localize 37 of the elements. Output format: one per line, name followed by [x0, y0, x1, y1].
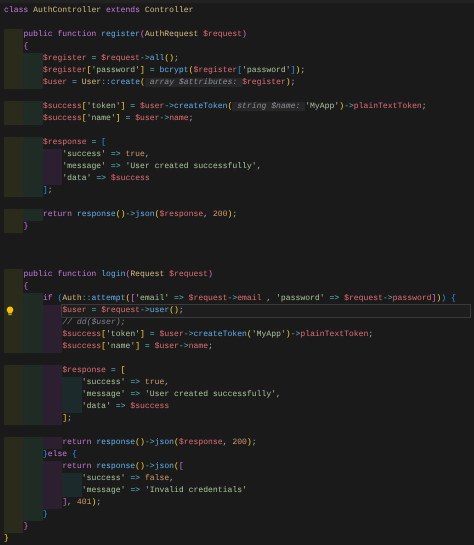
code-line: $user = User::create( array $attributes: $register);	[42, 77, 296, 89]
code-line: 'message' => 'Invalid credentials'	[82, 485, 247, 497]
code-line: $success['name'] = $user->name;	[62, 341, 213, 353]
code-line: 'message' => 'User created successfully',	[62, 161, 262, 173]
code-line: 'success' => false,	[82, 473, 174, 485]
code-line: }	[23, 221, 28, 233]
code-line: class AuthController extends Controller	[4, 5, 194, 17]
code-line: {	[23, 41, 28, 53]
code-line: if (Auth::attempt(['email' => $request->email , 'password' => $request->password])) {	[42, 293, 456, 305]
code-line: $response = [	[62, 365, 126, 377]
code-line: return response()->json([	[62, 461, 184, 473]
code-line: return response()->json($response, 200);	[62, 437, 257, 449]
code-line: public function register(AuthRequest $request)	[23, 29, 247, 41]
code-line: 'data' => $success	[82, 401, 170, 413]
code-line: 'success' => true,	[82, 377, 170, 389]
code-line: }	[4, 533, 9, 545]
code-line: // dd($user);	[62, 317, 126, 329]
code-line: ], 401);	[62, 497, 102, 509]
code-line: 'success' => true,	[62, 149, 150, 161]
code-line: 'message' => 'User created successfully',	[82, 389, 281, 401]
code-line: return response()->json($response, 200);	[42, 209, 238, 221]
code-line: $register['password'] = bcrypt($register['password']);	[42, 65, 306, 77]
lightbulb-icon[interactable]	[6, 306, 14, 316]
code-line: {	[23, 281, 28, 293]
code-line: }	[23, 521, 28, 533]
code-line: 'data' => $success	[62, 173, 150, 185]
indent-guide	[42, 305, 62, 317]
code-line: ];	[62, 413, 72, 425]
code-line: }else {	[42, 449, 77, 461]
code-line: $success['token'] = $user->createToken( string $name: 'MyApp')->plainTextToken;	[42, 101, 427, 113]
code-line: public function login(Request $request)	[23, 269, 213, 281]
code-line: }	[42, 509, 48, 521]
code-line: $success['name'] = $user->name;	[42, 113, 194, 125]
code-line: $success['token'] = $user->createToken('MyApp')->plainTextToken;	[62, 329, 374, 341]
code-line: ];	[42, 185, 53, 197]
code-line: $response = [	[42, 137, 106, 149]
code-line: $register = $request->all();	[42, 53, 179, 65]
